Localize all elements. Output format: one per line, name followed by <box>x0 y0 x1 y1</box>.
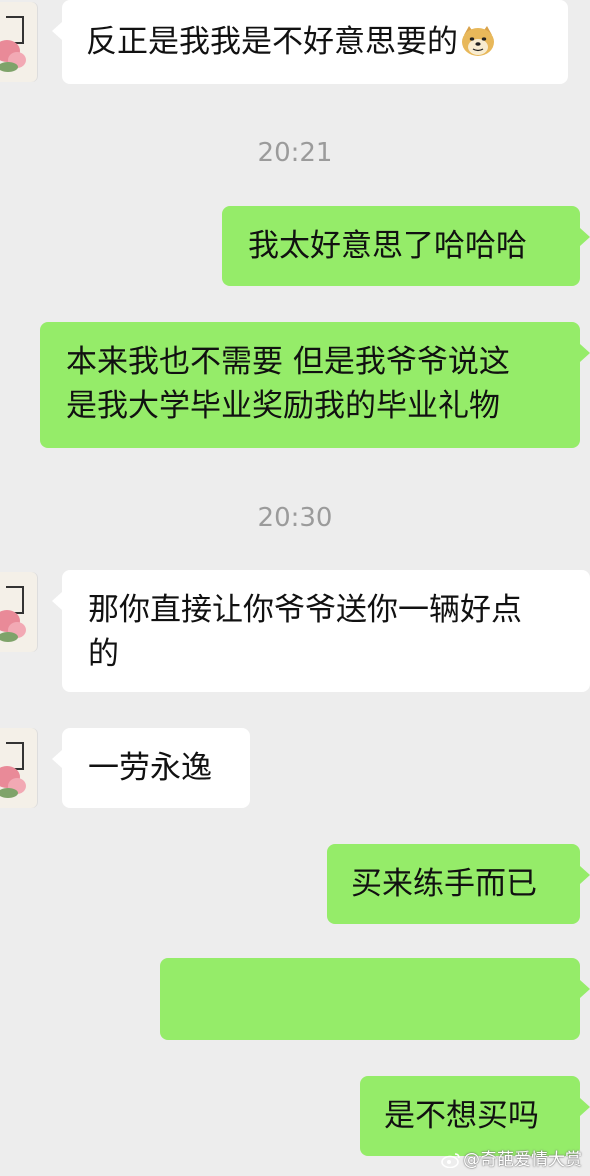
watermark-text: @奇葩爱情大赏 <box>463 1150 582 1170</box>
weibo-icon <box>441 1153 460 1168</box>
message-text: 买来练手而已 <box>351 866 537 902</box>
message-text-line: 是我大学毕业奖励我的毕业礼物 <box>66 388 500 424</box>
message-text: 反正是我我是不好意思要的 <box>86 24 458 60</box>
contact-avatar[interactable] <box>0 728 38 808</box>
message-bubble-outgoing[interactable]: 是不想买吗 <box>360 1076 590 1156</box>
message-text-line: 那你直接让你爷爷送你一辆好点 <box>88 592 522 628</box>
message-bubble-incoming[interactable]: 反正是我我是不好意思要的 <box>52 0 568 84</box>
message-bubble-incoming[interactable]: 那你直接让你爷爷送你一辆好点 的 <box>52 570 590 692</box>
doge-emoji-icon <box>462 25 494 56</box>
timestamp: 20:30 <box>257 503 333 533</box>
message-bubble-incoming[interactable]: 一劳永逸 <box>52 728 250 808</box>
message-bubble-outgoing[interactable]: 本来我也不需要 但是我爷爷说这 是我大学毕业奖励我的毕业礼物 <box>40 322 590 448</box>
message-text: 我太好意思了哈哈哈 <box>248 228 527 264</box>
message-text-line: 本来我也不需要 但是我爷爷说这 <box>66 344 510 380</box>
watermark: @奇葩爱情大赏 <box>441 1145 582 1170</box>
message-bubble-outgoing[interactable] <box>160 958 590 1040</box>
message-text: 一劳永逸 <box>88 750 212 786</box>
message-bubble-outgoing[interactable]: 买来练手而已 <box>327 844 590 924</box>
timestamp: 20:21 <box>257 138 333 168</box>
message-bubble-outgoing[interactable]: 我太好意思了哈哈哈 <box>222 206 590 286</box>
message-text-line: 的 <box>88 636 119 672</box>
contact-avatar[interactable] <box>0 572 38 652</box>
message-text: 是不想买吗 <box>384 1098 539 1134</box>
contact-avatar[interactable] <box>0 2 38 82</box>
